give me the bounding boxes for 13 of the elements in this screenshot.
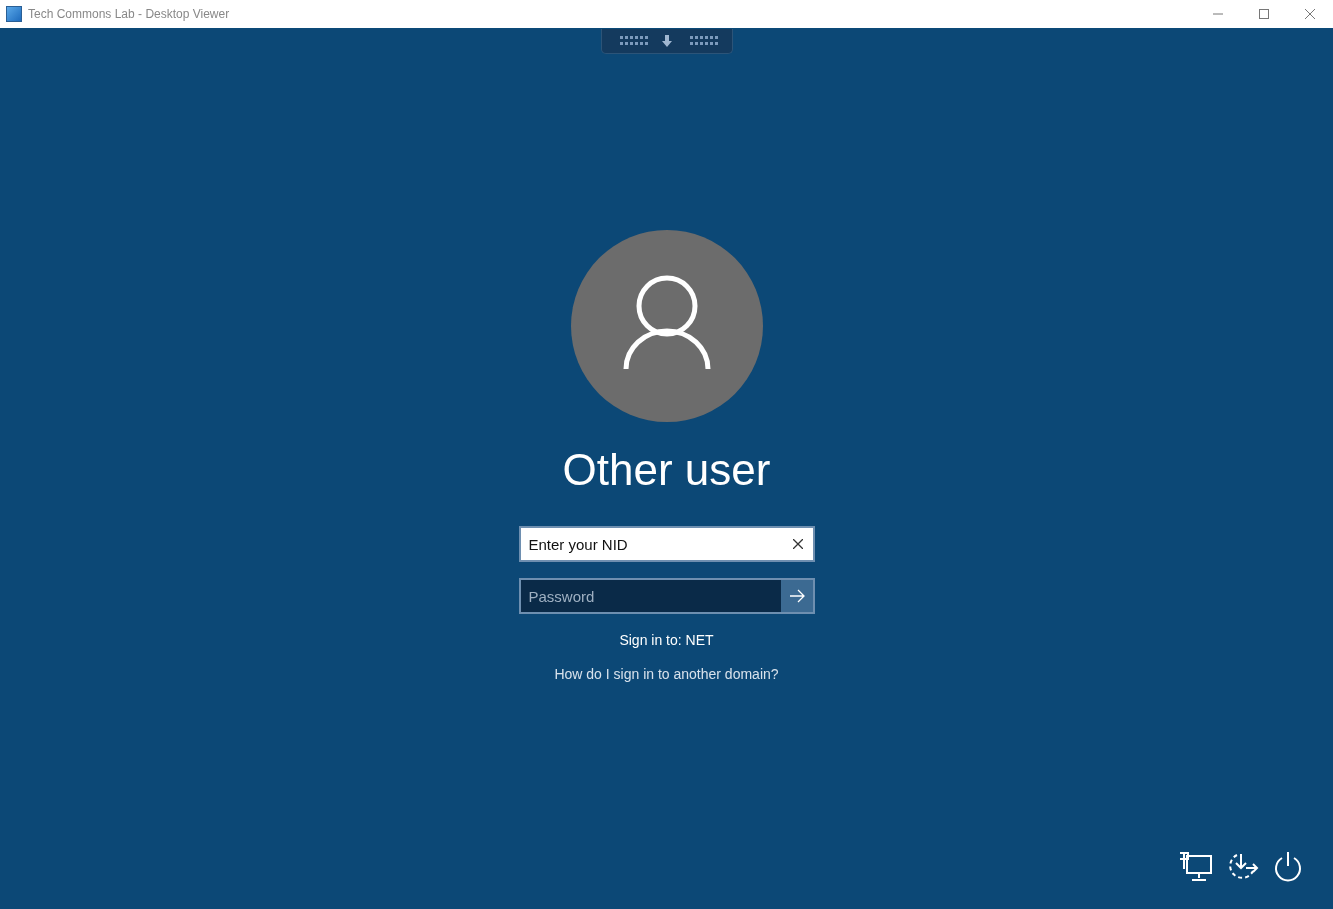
- maximize-icon[interactable]: [1258, 8, 1270, 20]
- sign-in-domain: Sign in to: NET: [619, 632, 714, 648]
- help-link[interactable]: How do I sign in to another domain?: [554, 666, 779, 682]
- user-name: Other user: [562, 444, 771, 496]
- close-icon[interactable]: [1304, 8, 1316, 20]
- power-icon[interactable]: [1273, 851, 1303, 883]
- network-icon[interactable]: [1179, 852, 1213, 882]
- username-field[interactable]: Enter your NID: [518, 526, 815, 562]
- accessibility-icon[interactable]: [1227, 852, 1259, 882]
- window-title: Tech Commons Lab - Desktop Viewer: [28, 7, 230, 21]
- clear-icon[interactable]: [792, 539, 803, 549]
- toolbar-handle[interactable]: [601, 29, 733, 54]
- app-icon: [6, 6, 22, 22]
